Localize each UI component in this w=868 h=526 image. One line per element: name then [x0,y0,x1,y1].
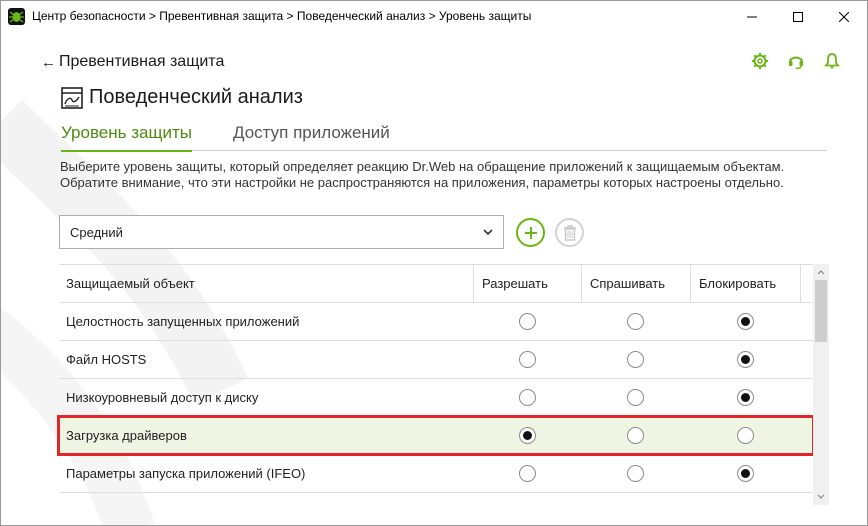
app-window: Центр безопасности > Превентивная защита… [0,0,868,526]
scroll-down-button[interactable] [813,489,829,505]
table-row: Файл HOSTS [59,341,813,379]
protection-level-value: Средний [70,224,123,240]
gear-icon[interactable] [751,52,769,70]
minimize-icon [747,16,757,17]
delete-level-button[interactable] [555,218,584,247]
radio-block[interactable] [736,465,754,482]
cell-block [690,379,800,416]
column-header-ask: Спрашивать [581,265,690,302]
row-object-name: Низкоуровневый доступ к диску [66,390,259,405]
back-arrow-icon: ← [41,53,56,71]
radio-ask[interactable] [627,351,644,368]
cell-allow [473,303,581,340]
row-object-name: Параметры запуска приложений (IFEO) [66,466,306,481]
section-header: Поведенческий анализ [61,86,303,109]
drweb-spider-icon [8,8,25,25]
cell-block [690,303,800,340]
rules-table: Защищаемый объект Разрешать Спрашивать Б… [59,264,827,494]
radio-allow[interactable] [518,313,536,330]
close-icon [839,11,849,22]
row-object-name: Целостность запущенных приложений [66,314,300,329]
radio-block[interactable] [736,313,754,330]
cell-allow [473,455,581,492]
cell-ask [581,417,690,454]
row-object-name: Загрузка драйверов [66,428,187,443]
tab-protection-level[interactable]: Уровень защиты [61,123,192,152]
window-title: Центр безопасности > Превентивная защита… [32,9,532,23]
radio-ask[interactable] [627,313,644,330]
cell-allow [473,341,581,378]
column-header-block: Блокировать [690,265,800,302]
table-row: Целостность запущенных приложений [59,303,813,341]
cell-block [690,341,800,378]
radio-allow[interactable] [518,351,536,368]
behavior-analysis-icon [61,86,83,109]
scroll-up-button[interactable] [813,264,829,280]
add-level-button[interactable] [516,218,545,247]
headset-icon[interactable] [787,52,805,70]
column-header-object: Защищаемый объект [66,276,195,291]
cell-allow [473,379,581,416]
back-link-label: Превентивная защита [59,53,225,70]
cell-ask [581,341,690,378]
table-row: Низкоуровневый доступ к диску [59,379,813,417]
tab-bar: Уровень защиты Доступ приложений [61,123,827,152]
plus-icon [524,226,537,239]
radio-block[interactable] [736,389,754,406]
maximize-button[interactable] [775,1,821,32]
scroll-thumb[interactable] [815,280,827,342]
back-link[interactable]: ← Превентивная защита [41,53,224,71]
protection-level-select[interactable]: Средний [59,215,504,249]
cell-block [690,455,800,492]
radio-allow[interactable] [518,465,536,482]
radio-block[interactable] [736,427,754,444]
radio-block[interactable] [736,351,754,368]
radio-allow[interactable] [518,427,536,444]
cell-ask [581,379,690,416]
radio-ask[interactable] [627,389,644,406]
minimize-button[interactable] [729,1,775,32]
title-bar: Центр безопасности > Превентивная защита… [1,1,867,32]
cell-allow [473,417,581,454]
description-text: Выберите уровень защиты, который определ… [60,159,785,190]
row-object-name: Файл HOSTS [66,352,147,367]
chevron-down-icon [483,229,493,236]
radio-ask[interactable] [627,427,644,444]
table-row: Загрузка драйверов [59,417,813,455]
close-button[interactable] [821,1,867,32]
column-header-allow: Разрешать [473,265,581,302]
cell-ask [581,455,690,492]
trash-icon [563,224,576,241]
tab-app-access[interactable]: Доступ приложений [233,123,390,151]
table-row: Параметры запуска приложений (IFEO) [59,455,813,493]
table-header: Защищаемый объект Разрешать Спрашивать Б… [59,265,813,303]
chevron-up-icon [817,270,825,275]
maximize-icon [793,11,803,22]
radio-allow[interactable] [518,389,536,406]
cell-ask [581,303,690,340]
column-divider [800,265,801,302]
table-scrollbar[interactable] [813,264,829,505]
radio-ask[interactable] [627,465,644,482]
page-title: Поведенческий анализ [89,86,303,108]
bell-icon[interactable] [823,52,841,70]
chevron-down-icon [817,494,825,499]
cell-block [690,417,800,454]
